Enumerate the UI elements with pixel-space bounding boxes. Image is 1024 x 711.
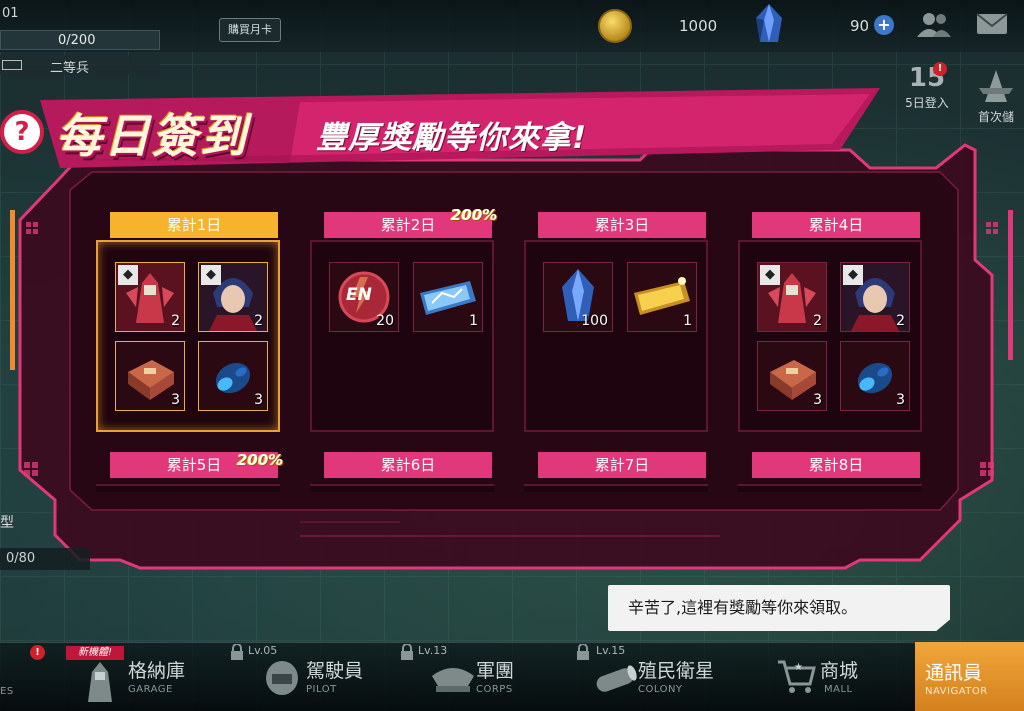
pilot-helmet-icon xyxy=(266,661,298,695)
reward-crystal[interactable]: 100 xyxy=(543,262,613,332)
reward-pilot[interactable]: ◆ 2 xyxy=(840,262,910,332)
day-5-bonus-tag: 200% xyxy=(237,451,284,469)
day-5-box[interactable] xyxy=(96,484,280,492)
lock-icon xyxy=(577,644,589,660)
reward-gold-ticket[interactable]: 1 xyxy=(627,262,697,332)
nav-garage-label: 格納庫 xyxy=(128,660,186,682)
reward-qty: 100 xyxy=(581,313,608,329)
nav-garage-sub: GARAGE xyxy=(128,684,173,695)
panel-title: 每日簽到 xyxy=(56,109,248,163)
reward-qty: 1 xyxy=(683,313,692,329)
reward-qty: 2 xyxy=(813,313,822,329)
nav-colony-label: 殖民衛星 xyxy=(638,660,715,682)
reward-qty: 3 xyxy=(813,392,822,408)
left-progress-text: 0/80 xyxy=(6,551,36,566)
reward-mobile-suit[interactable]: ◆ 2 xyxy=(115,262,185,332)
reward-parts-box[interactable]: 3 xyxy=(115,341,185,411)
nav-garage[interactable]: 格納庫 GARAGE xyxy=(80,642,210,711)
reward-blue-ticket[interactable]: 1 xyxy=(413,262,483,332)
nav-corps-label: 軍團 xyxy=(476,660,515,682)
reward-energy-cell[interactable]: 3 xyxy=(198,341,268,411)
garage-icon xyxy=(88,662,112,702)
military-cap-icon xyxy=(432,668,474,692)
rarity-badge-icon: ◆ xyxy=(201,265,221,285)
rarity-badge-icon: ◆ xyxy=(843,265,863,285)
day-1-tab[interactable]: 累計1日 xyxy=(110,212,278,238)
en-token-label: EN xyxy=(346,285,372,305)
nav-pilot-level: Lv.05 xyxy=(248,644,278,657)
reward-qty: 20 xyxy=(376,313,394,329)
lock-icon xyxy=(401,644,413,660)
nav-corps[interactable]: Lv.13 軍團 CORPS xyxy=(400,642,540,711)
nav-navigator-label: 通訊員 xyxy=(925,662,983,684)
nav-alert-badge: ! xyxy=(30,645,45,660)
lock-icon xyxy=(231,644,243,660)
reward-qty: 2 xyxy=(896,313,905,329)
day-2-bonus-tag: 200% xyxy=(451,206,498,224)
reward-energy-cell[interactable]: 3 xyxy=(840,341,910,411)
nav-navigator[interactable]: 通訊員 NAVIGATOR xyxy=(915,642,1024,711)
reward-qty: 3 xyxy=(896,392,905,408)
day-7-box[interactable] xyxy=(524,484,708,492)
nav-mall[interactable]: ★ 商城 MALL xyxy=(776,642,896,711)
reward-qty: 3 xyxy=(171,392,180,408)
help-button[interactable]: ? xyxy=(0,110,44,154)
nav-left-fragment: ES xyxy=(0,686,14,697)
reward-qty: 2 xyxy=(171,313,180,329)
reward-qty: 2 xyxy=(254,313,263,329)
shopping-cart-icon: ★ xyxy=(778,660,816,693)
nav-mall-label: 商城 xyxy=(820,660,859,682)
reward-parts-box[interactable]: 3 xyxy=(757,341,827,411)
nav-colony-sub: COLONY xyxy=(638,684,683,695)
day-4-tab[interactable]: 累計4日 xyxy=(752,212,920,238)
reward-qty: 1 xyxy=(469,313,478,329)
nav-pilot-sub: PILOT xyxy=(306,684,337,695)
day-8-tab[interactable]: 累計8日 xyxy=(752,452,920,478)
panel-subtitle: 豐厚獎勵等你來拿! xyxy=(316,120,588,156)
day-8-box[interactable] xyxy=(738,484,922,492)
reward-pilot[interactable]: ◆ 2 xyxy=(198,262,268,332)
left-type-text: 型 xyxy=(0,515,14,531)
nav-navigator-sub: NAVIGATOR xyxy=(925,686,988,697)
nav-pilot-label: 駕駛員 xyxy=(306,660,364,682)
reward-en-token[interactable]: EN 20 xyxy=(329,262,399,332)
nav-corps-level: Lv.13 xyxy=(418,644,448,657)
nav-pilot[interactable]: Lv.05 駕駛員 PILOT xyxy=(230,642,380,711)
nav-colony[interactable]: Lv.15 殖民衛星 COLONY xyxy=(576,642,746,711)
day-7-tab[interactable]: 累計7日 xyxy=(538,452,706,478)
navigator-speech-bubble: 辛苦了,這裡有獎勵等你來領取。 xyxy=(608,585,950,631)
rarity-badge-icon: ◆ xyxy=(118,265,138,285)
nav-mall-sub: MALL xyxy=(824,684,853,695)
nav-corps-sub: CORPS xyxy=(476,684,513,695)
svg-text:★: ★ xyxy=(794,662,803,673)
colony-cylinder-icon xyxy=(596,665,637,692)
day-6-tab[interactable]: 累計6日 xyxy=(324,452,492,478)
day-6-box[interactable] xyxy=(310,484,494,492)
nav-colony-level: Lv.15 xyxy=(596,644,626,657)
reward-qty: 3 xyxy=(254,392,263,408)
rarity-badge-icon: ◆ xyxy=(760,265,780,285)
day-3-tab[interactable]: 累計3日 xyxy=(538,212,706,238)
reward-mobile-suit[interactable]: ◆ 2 xyxy=(757,262,827,332)
